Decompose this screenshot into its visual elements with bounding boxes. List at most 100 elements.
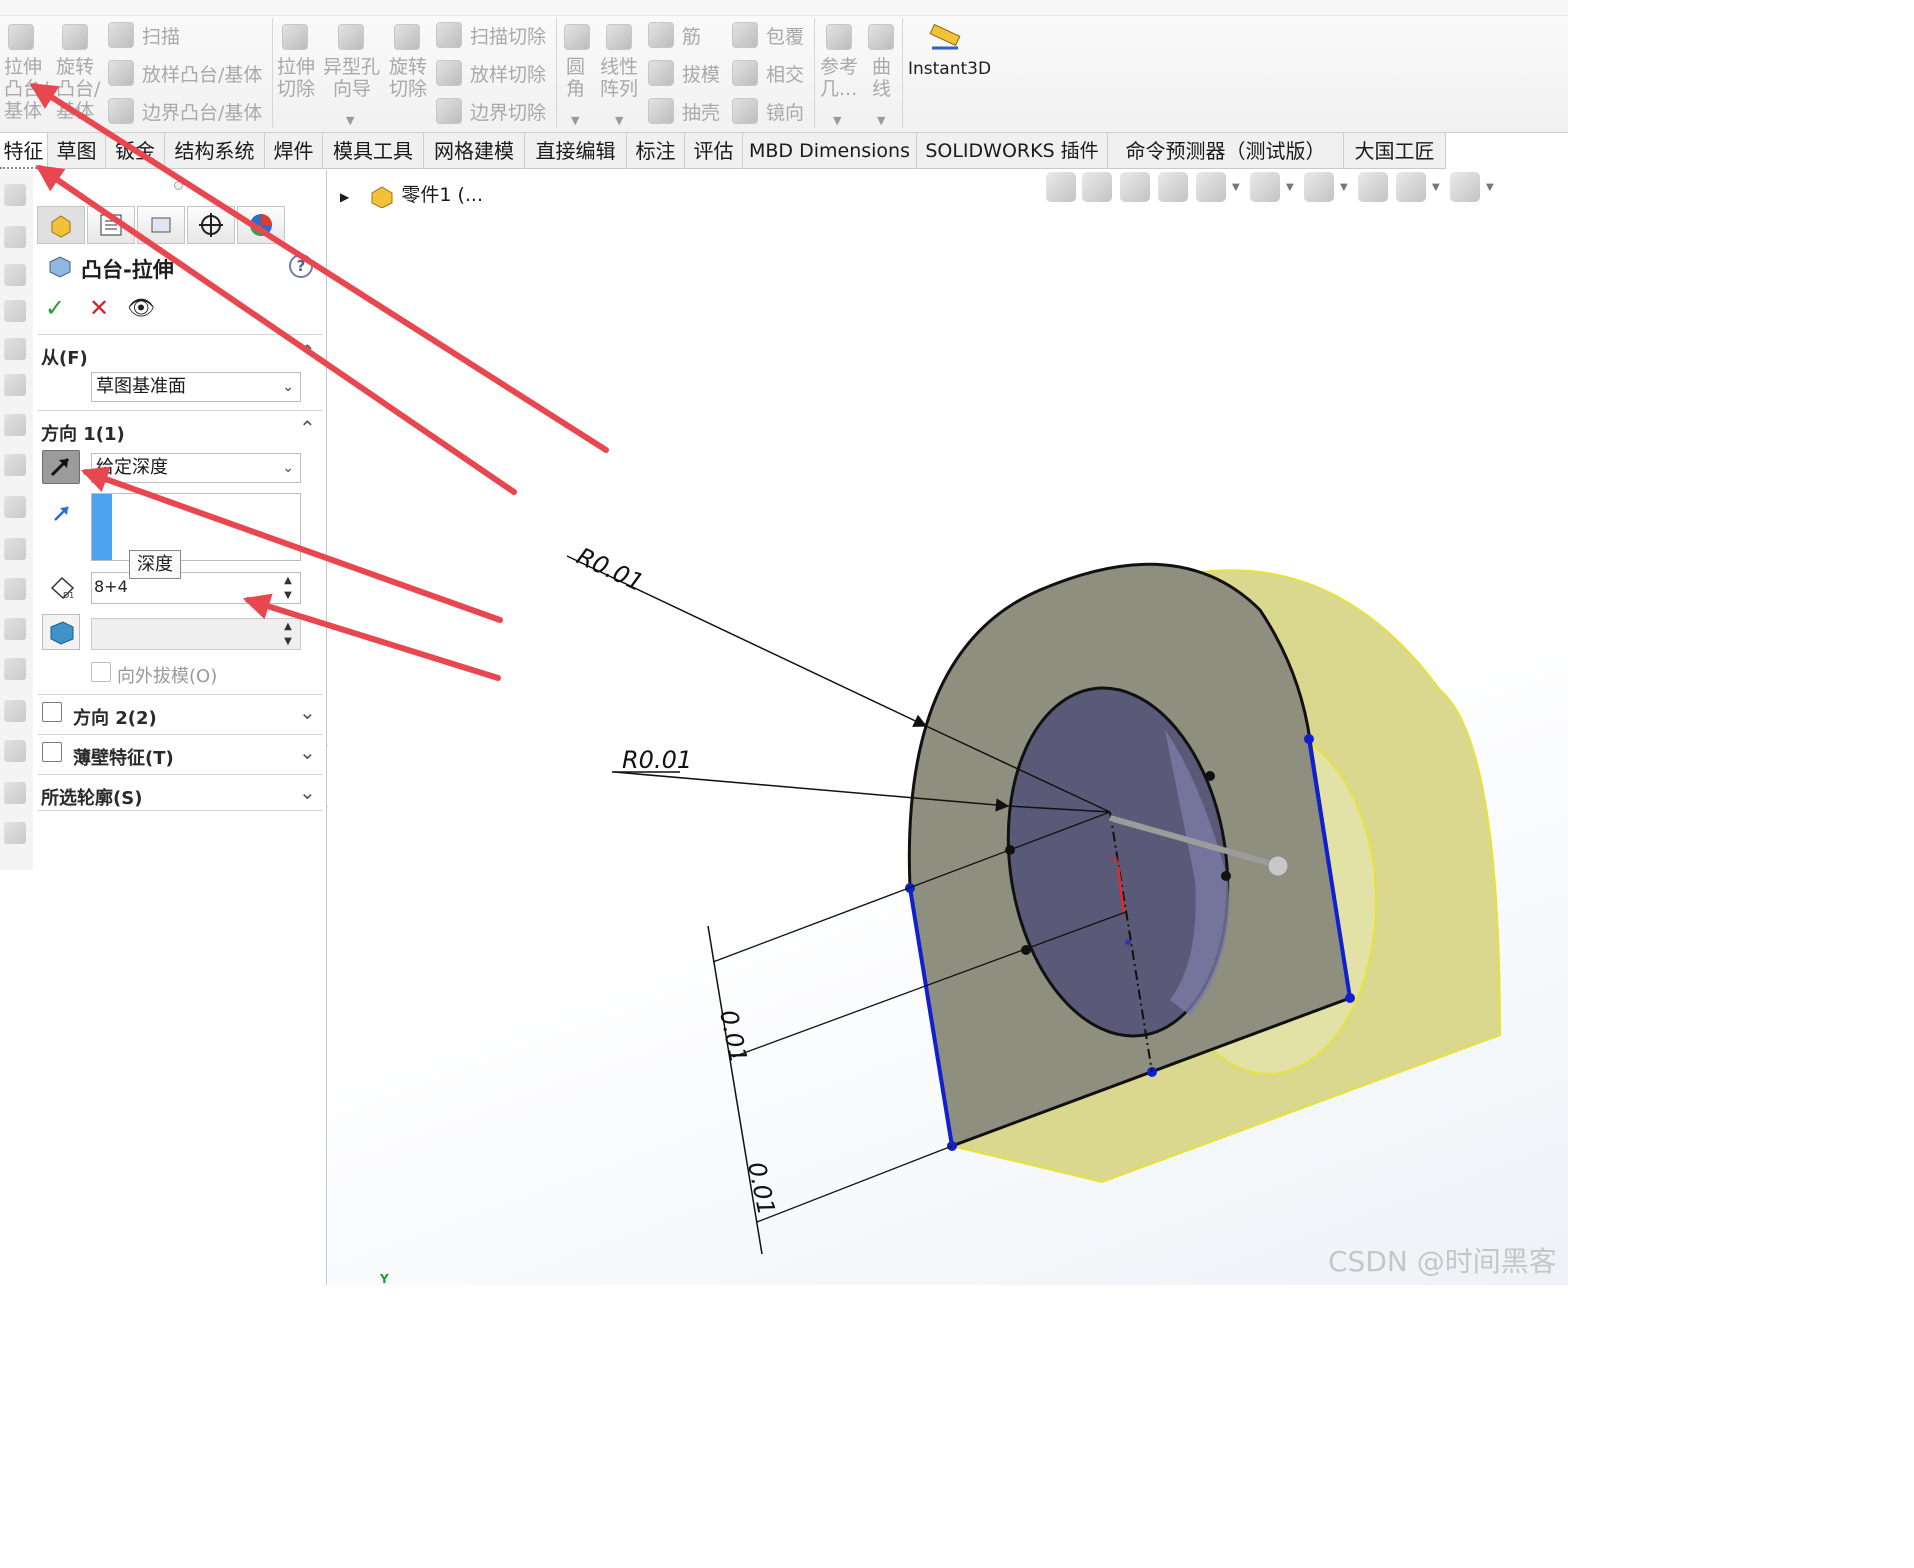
strip-tool-icon[interactable] (4, 374, 26, 396)
revolve-cut-button[interactable]: 旋转 切除 (389, 56, 427, 100)
extrude-cut-button[interactable]: 拉伸 切除 (277, 56, 315, 100)
tab-direct-editing[interactable]: 直接编辑 (525, 133, 627, 169)
swept-cut-button[interactable]: 扫描切除 (470, 26, 546, 48)
display-manager-tab[interactable] (237, 206, 285, 244)
strip-tool-icon[interactable] (4, 658, 26, 680)
linear-pattern-dropdown-icon[interactable]: ▼ (615, 114, 623, 127)
tab-mold-tools[interactable]: 模具工具 (323, 133, 424, 169)
graphics-area[interactable]: ▶ 零件1 (... ▼ ▼ ▼ ▼ ▼ (328, 170, 1568, 1285)
display-style-icon[interactable] (1304, 172, 1334, 202)
strip-tool-icon[interactable] (4, 414, 26, 436)
fillet-button[interactable]: 圆 角 (566, 56, 585, 100)
reference-geometry-button[interactable]: 参考 几... (820, 56, 858, 100)
strip-tool-icon[interactable] (4, 822, 26, 844)
expand-chevron-icon[interactable]: ⌄ (299, 780, 316, 804)
rib-button[interactable]: 筋 (682, 26, 701, 48)
cancel-button[interactable]: ✕ (89, 294, 109, 322)
splitter-handle[interactable] (174, 181, 183, 190)
reference-geometry-dropdown-icon[interactable]: ▼ (833, 114, 841, 127)
tab-sheet-metal[interactable]: 钣金 (106, 133, 165, 169)
mirror-button[interactable]: 镜向 (766, 102, 804, 124)
draft-toggle-button[interactable] (42, 614, 80, 650)
zoom-to-area-icon[interactable] (1082, 172, 1112, 202)
from-start-condition-select[interactable]: 草图基准面 ⌄ (91, 372, 301, 402)
tab-mbd-dimensions[interactable]: MBD Dimensions (743, 133, 917, 169)
collapse-chevron-icon[interactable]: ⌃ (299, 340, 316, 364)
extrude-boss-button[interactable]: 拉伸 凸台/ 基体 (4, 56, 48, 122)
collapse-chevron-icon[interactable]: ⌃ (299, 416, 316, 440)
view-orientation-icon[interactable] (1250, 172, 1280, 202)
tab-structure-system[interactable]: 结构系统 (165, 133, 265, 169)
thin-feature-checkbox[interactable] (42, 742, 62, 762)
tab-command-predictor[interactable]: 命令预测器（测试版） (1108, 133, 1344, 169)
tab-sketch[interactable]: 草图 (48, 133, 106, 169)
expand-chevron-icon[interactable]: ⌄ (299, 740, 316, 764)
dimxpert-tab[interactable] (187, 206, 235, 244)
feature-tree-flyout[interactable]: ▶ 零件1 (... (340, 180, 483, 209)
draft-outward-checkbox[interactable] (91, 662, 111, 682)
property-manager-tab[interactable] (87, 206, 135, 244)
strip-tool-icon[interactable] (4, 700, 26, 722)
thin-feature-section-header[interactable]: 薄壁特征(T) (73, 744, 174, 770)
revolve-boss-button[interactable]: 旋转 凸台/ 基体 (56, 56, 100, 122)
edit-appearance-icon[interactable] (1396, 172, 1426, 202)
tab-features[interactable]: 特征 (0, 133, 48, 169)
fillet-dropdown-icon[interactable]: ▼ (571, 114, 579, 127)
direction2-checkbox[interactable] (42, 702, 62, 722)
tab-solidworks-addins[interactable]: SOLIDWORKS 插件 (917, 133, 1108, 169)
hole-wizard-dropdown-icon[interactable]: ▼ (346, 114, 354, 127)
intersect-button[interactable]: 相交 (766, 64, 804, 86)
strip-tool-icon[interactable] (4, 782, 26, 804)
wrap-button[interactable]: 包覆 (766, 26, 804, 48)
tab-evaluate[interactable]: 评估 (685, 133, 743, 169)
lofted-cut-button[interactable]: 放样切除 (470, 64, 546, 86)
strip-tool-icon[interactable] (4, 184, 26, 206)
reverse-direction-button[interactable] (42, 450, 80, 484)
strip-tool-icon[interactable] (4, 338, 26, 360)
strip-tool-icon[interactable] (4, 454, 26, 476)
direction1-section-header[interactable]: 方向 1(1) (41, 420, 125, 446)
sweep-button[interactable]: 扫描 (142, 26, 180, 48)
selected-contours-section-header[interactable]: 所选轮廓(S) (41, 784, 142, 810)
strip-tool-icon[interactable] (4, 538, 26, 560)
chevron-down-icon[interactable]: ▼ (1286, 182, 1294, 193)
dynamic-annotation-icon[interactable] (1196, 172, 1226, 202)
depth-input[interactable]: 8+4 ▲ ▼ (91, 572, 301, 604)
chevron-down-icon[interactable]: ▼ (1340, 182, 1348, 193)
direction-selection-box[interactable] (91, 493, 301, 561)
strip-tool-icon[interactable] (4, 618, 26, 640)
preview-eye-icon[interactable]: 👁 (127, 296, 155, 321)
chevron-down-icon[interactable]: ▼ (1232, 182, 1240, 193)
chevron-down-icon[interactable]: ▼ (1486, 182, 1494, 193)
zoom-to-fit-icon[interactable] (1046, 172, 1076, 202)
strip-tool-icon[interactable] (4, 496, 26, 518)
strip-tool-icon[interactable] (4, 740, 26, 762)
apply-scene-icon[interactable] (1450, 172, 1480, 202)
tab-mesh-modeling[interactable]: 网格建模 (424, 133, 525, 169)
draft-button[interactable]: 拔模 (682, 64, 720, 86)
strip-tool-icon[interactable] (4, 578, 26, 600)
hole-wizard-button[interactable]: 异型孔 向导 (323, 56, 380, 100)
direction2-section-header[interactable]: 方向 2(2) (73, 704, 157, 730)
configuration-manager-tab[interactable] (137, 206, 185, 244)
instant3d-button[interactable]: Instant3D (908, 58, 991, 80)
previous-view-icon[interactable] (1120, 172, 1150, 202)
spin-up-icon[interactable]: ▲ (276, 573, 300, 589)
feature-manager-tab[interactable] (37, 206, 85, 244)
boundary-cut-button[interactable]: 边界切除 (470, 102, 546, 124)
tab-weldments[interactable]: 焊件 (265, 133, 323, 169)
hide-show-items-icon[interactable] (1358, 172, 1388, 202)
loft-boss-button[interactable]: 放样凸台/基体 (142, 64, 262, 86)
help-icon[interactable]: ? (289, 254, 313, 278)
curves-dropdown-icon[interactable]: ▼ (877, 114, 885, 127)
from-section-header[interactable]: 从(F) (41, 344, 88, 370)
chevron-down-icon[interactable]: ▼ (1432, 182, 1440, 193)
strip-tool-icon[interactable] (4, 300, 26, 322)
end-condition-select[interactable]: 给定深度 ⌄ (91, 453, 301, 483)
strip-tool-icon[interactable] (4, 226, 26, 248)
section-view-icon[interactable] (1158, 172, 1188, 202)
tab-markup[interactable]: 标注 (627, 133, 685, 169)
expand-arrow-icon[interactable]: ▶ (340, 190, 349, 204)
strip-tool-icon[interactable] (4, 264, 26, 286)
ok-button[interactable]: ✓ (45, 294, 65, 322)
